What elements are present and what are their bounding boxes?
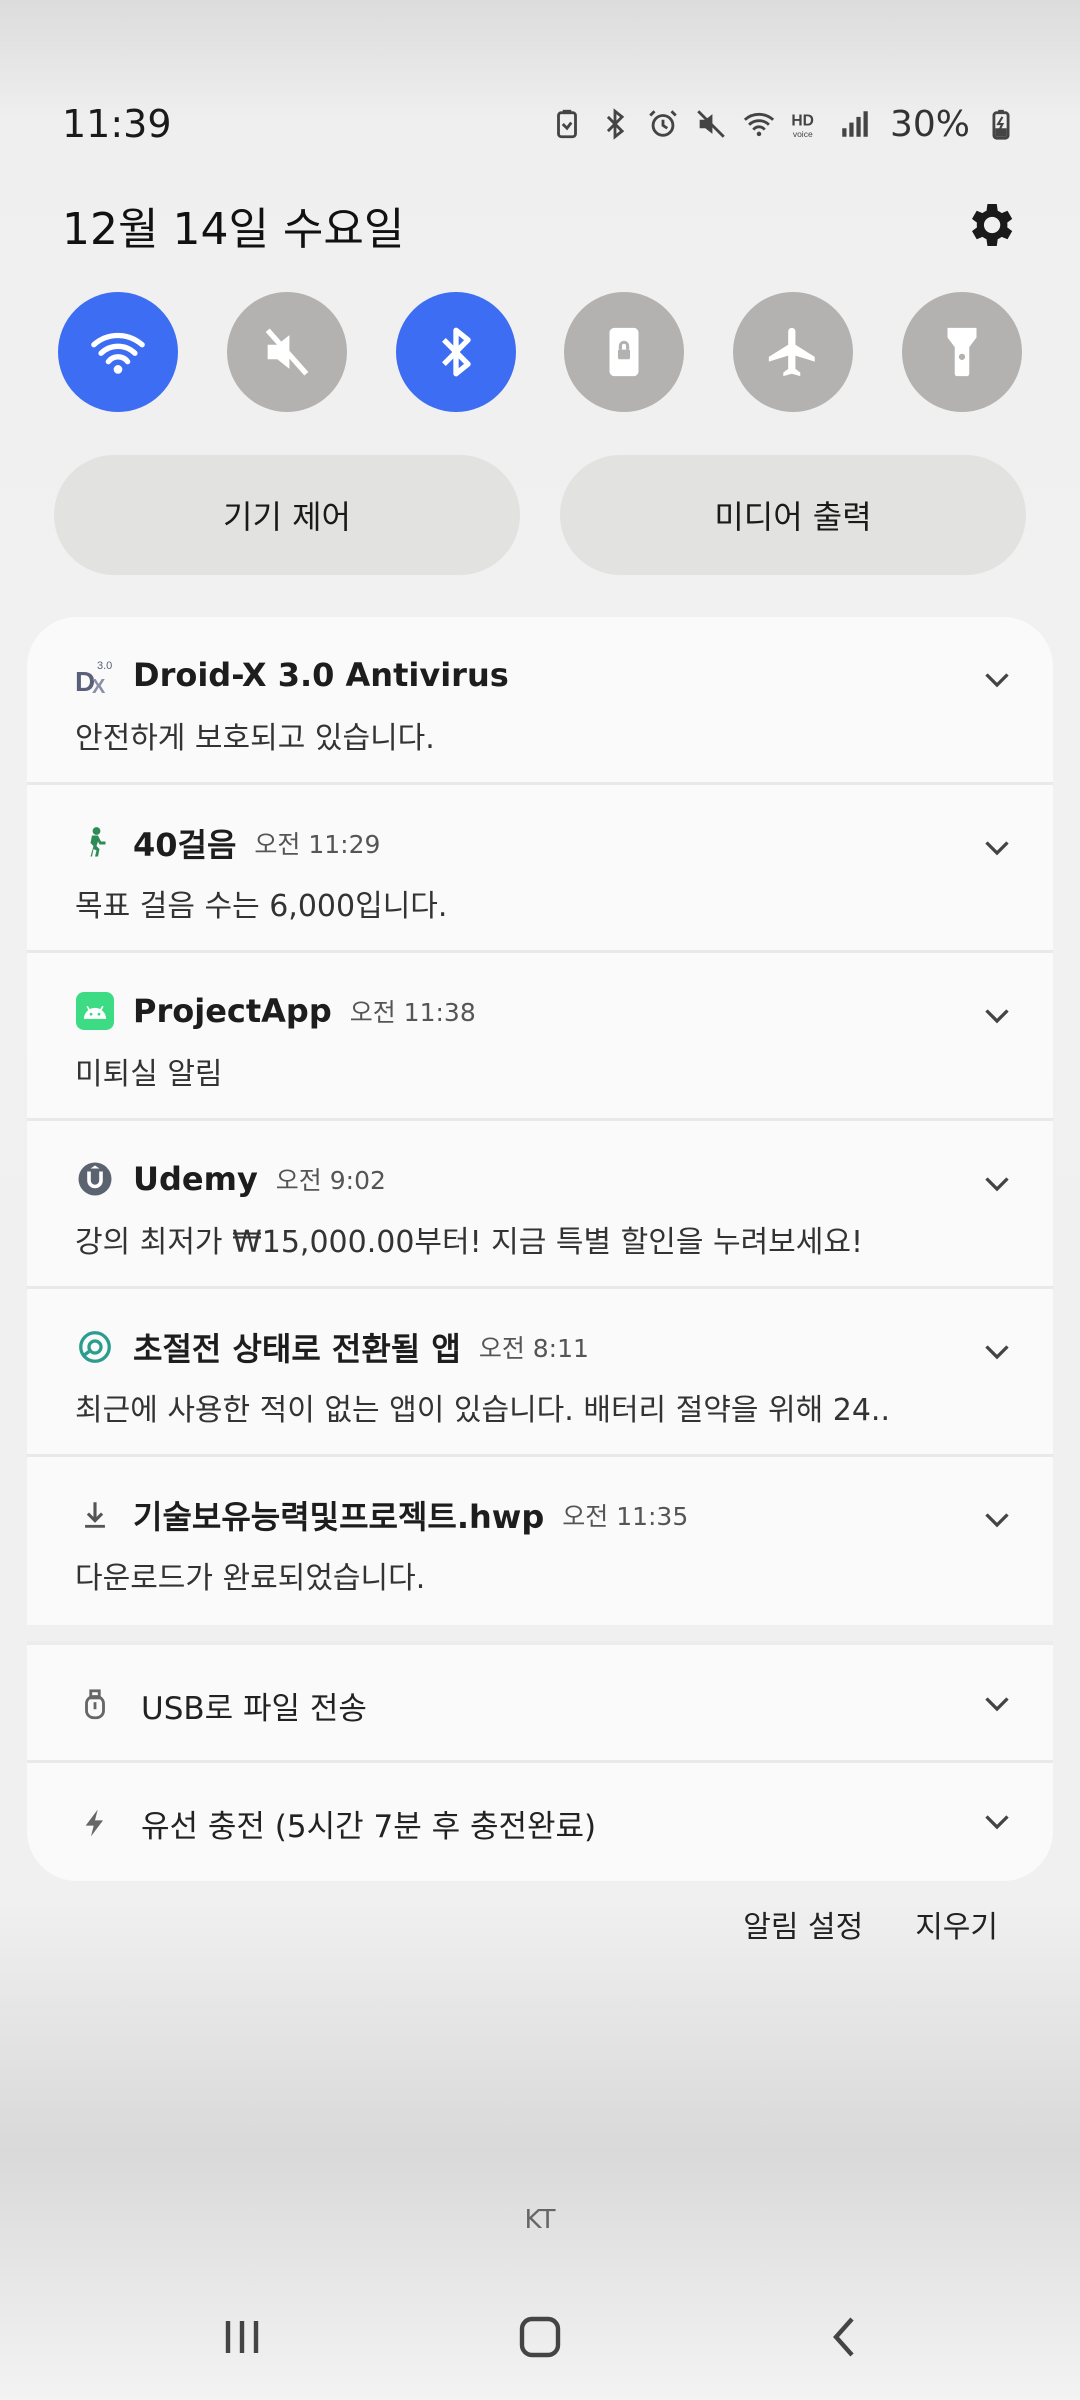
svg-text:HD: HD	[791, 112, 814, 129]
udemy-app-icon	[75, 1159, 115, 1199]
notification-app-name: Udemy	[133, 1160, 258, 1198]
notification-body: 최근에 사용한 적이 없는 앱이 있습니다. 배터리 절약을 위해 24..	[75, 1393, 891, 1428]
flashlight-toggle[interactable]	[901, 292, 1022, 412]
signal-icon	[842, 111, 868, 137]
notification-time: 오전 9:02	[275, 1166, 386, 1195]
notification-time: 오전 11:38	[349, 998, 476, 1027]
airplane-mode-toggle[interactable]	[733, 292, 854, 412]
wifi-toggle[interactable]	[58, 292, 178, 412]
chevron-down-icon[interactable]	[979, 1501, 1015, 1537]
notification-body: 다운로드가 완료되었습니다.	[75, 1561, 426, 1596]
bluetooth-icon	[606, 108, 625, 140]
system-notification-item[interactable]: 유선 충전 (5시간 7분 후 충전완료)	[27, 1763, 1053, 1881]
droidx-app-icon: D X 3.0	[75, 655, 115, 695]
charging-battery-icon	[992, 109, 1010, 140]
status-icons: HD voice 30%	[550, 104, 1018, 145]
chevron-down-icon[interactable]	[979, 661, 1015, 697]
home-icon[interactable]	[516, 2313, 564, 2361]
system-notification-item[interactable]: USB로 파일 전송	[27, 1645, 1053, 1763]
notification-app-name: 기술보유능력및프로젝트.hwp	[133, 1498, 545, 1536]
download-icon	[75, 1495, 115, 1535]
notification-time: 오전 8:11	[478, 1334, 589, 1363]
flashlight-icon	[947, 327, 977, 377]
wifi-icon	[91, 332, 145, 374]
notification-item[interactable]: 40걸음 오전 11:29 목표 걸음 수는 6,000입니다.	[27, 785, 1053, 953]
power-saving-app-icon	[75, 1327, 115, 1367]
battery-saver-icon	[557, 109, 577, 139]
svg-text:voice: voice	[793, 129, 813, 139]
clock: 11:39	[62, 102, 172, 146]
notification-app-name: 40걸음	[133, 826, 237, 864]
back-icon[interactable]	[822, 2313, 870, 2361]
svg-text:X: X	[92, 676, 106, 695]
wifi-icon	[743, 112, 775, 137]
notification-app-name: ProjectApp	[133, 992, 332, 1030]
recent-apps-icon[interactable]	[218, 2313, 266, 2361]
alarm-icon	[649, 110, 677, 137]
bluetooth-toggle[interactable]	[395, 292, 516, 412]
notification-settings-button[interactable]: 알림 설정	[743, 1902, 863, 1946]
notification-app-name: Droid-X 3.0 Antivirus	[133, 656, 509, 694]
notification-body: 강의 최저가 ₩15,000.00부터! 지금 특별 할인을 누려보세요!	[75, 1225, 864, 1260]
clear-all-button[interactable]: 지우기	[915, 1902, 998, 1946]
notification-body: 미퇴실 알림	[75, 1057, 223, 1092]
mute-icon	[697, 110, 725, 138]
chevron-down-icon[interactable]	[979, 1803, 1015, 1839]
notification-item[interactable]: Udemy 오전 9:02 강의 최저가 ₩15,000.00부터! 지금 특별…	[27, 1121, 1053, 1289]
date-label: 12월 14일 수요일	[62, 204, 405, 255]
notification-item[interactable]: ProjectApp 오전 11:38 미퇴실 알림	[27, 953, 1053, 1121]
system-notification-list: USB로 파일 전송 유선 충전 (5시간 7분 후 충전완료)	[27, 1641, 1053, 1881]
system-notification-label: USB로 파일 전송	[141, 1690, 367, 1727]
mute-icon	[265, 328, 309, 376]
quick-settings	[58, 292, 1022, 412]
screen-lock-toggle[interactable]	[564, 292, 685, 412]
bluetooth-icon	[441, 327, 471, 377]
notification-actions: 알림 설정 지우기	[743, 1902, 998, 1946]
notification-time: 오전 11:35	[562, 1502, 689, 1531]
notification-body: 안전하게 보호되고 있습니다.	[75, 721, 435, 756]
battery-percent: 30%	[889, 103, 970, 145]
svg-text:3.0: 3.0	[97, 660, 112, 672]
notification-list: D X 3.0 Droid-X 3.0 Antivirus 안전하게 보호되고 있습…	[27, 617, 1053, 1625]
settings-gear-icon[interactable]	[962, 197, 1018, 253]
media-output-button[interactable]: 미디어 출력	[560, 455, 1026, 575]
airplane-icon	[769, 327, 815, 377]
notification-item[interactable]: 초절전 상태로 전환될 앱 오전 8:11 최근에 사용한 적이 없는 앱이 있…	[27, 1289, 1053, 1457]
chevron-down-icon[interactable]	[979, 997, 1015, 1033]
notification-app-name: 초절전 상태로 전환될 앱	[133, 1330, 461, 1368]
navigation-bar	[0, 2305, 1080, 2365]
lock-rotation-icon	[609, 327, 639, 377]
usb-icon	[75, 1685, 115, 1725]
pill-row: 기기 제어 미디어 출력	[54, 455, 1026, 575]
charging-bolt-icon	[75, 1803, 115, 1843]
notification-body: 목표 걸음 수는 6,000입니다.	[75, 889, 448, 924]
notification-item[interactable]: 기술보유능력및프로젝트.hwp 오전 11:35 다운로드가 완료되었습니다.	[27, 1457, 1053, 1625]
chevron-down-icon[interactable]	[979, 1333, 1015, 1369]
status-bar: 11:39 HD voice 30%	[62, 98, 1018, 150]
notification-item[interactable]: D X 3.0 Droid-X 3.0 Antivirus 안전하게 보호되고 있습…	[27, 617, 1053, 785]
notification-time: 오전 11:29	[254, 830, 381, 859]
chevron-down-icon[interactable]	[979, 829, 1015, 865]
sound-toggle[interactable]	[226, 292, 347, 412]
hd-voice-icon: HDvoice	[791, 112, 814, 139]
system-notification-label: 유선 충전 (5시간 7분 후 충전완료)	[141, 1808, 597, 1845]
carrier-label: KT	[524, 2205, 556, 2235]
android-app-icon	[75, 991, 115, 1031]
walker-app-icon	[75, 823, 115, 863]
device-control-button[interactable]: 기기 제어	[54, 455, 520, 575]
date-row: 12월 14일 수요일	[62, 190, 1018, 260]
chevron-down-icon[interactable]	[979, 1165, 1015, 1201]
chevron-down-icon[interactable]	[979, 1685, 1015, 1721]
